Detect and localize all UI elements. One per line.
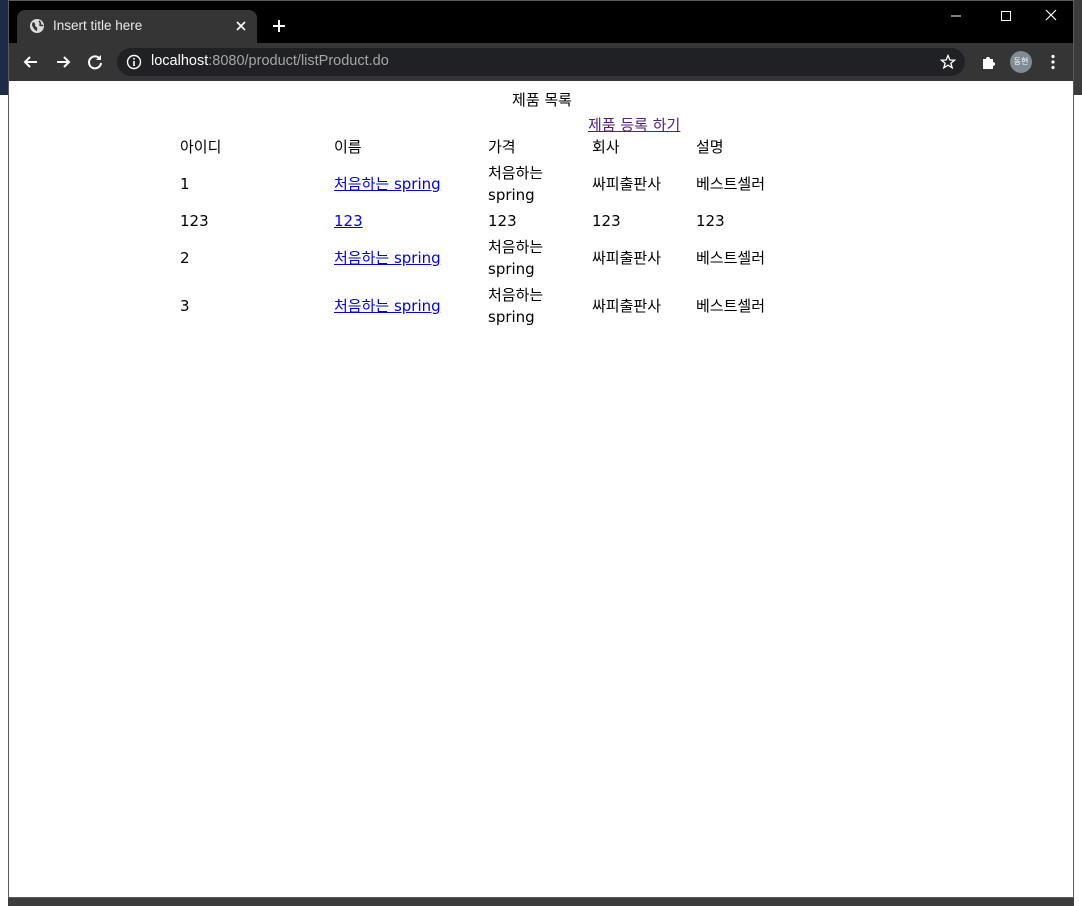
close-tab-icon[interactable]	[233, 18, 249, 34]
reload-icon[interactable]	[85, 52, 105, 72]
page-title: 제품 목록	[512, 91, 572, 109]
cell-company: 싸피출판사	[592, 249, 662, 267]
url-host: localhost	[151, 53, 209, 69]
desktop-left-edge	[0, 0, 8, 906]
product-name-link[interactable]: 처음하는 spring	[334, 297, 441, 315]
cell-price: 123	[488, 212, 517, 230]
address-bar[interactable]: localhost:8080/product/listProduct.do	[117, 48, 965, 76]
cell-description: 베스트셀러	[696, 297, 766, 315]
cell-description: 123	[696, 212, 725, 230]
cell-price: 처음하는 spring	[488, 164, 544, 204]
product-name-link[interactable]: 123	[334, 212, 363, 230]
cell-company: 싸피출판사	[592, 175, 662, 193]
menu-kebab-icon[interactable]	[1043, 52, 1063, 72]
table-header-row: 아이디 이름 가격 회사 설명	[179, 135, 797, 159]
cell-company: 123	[592, 212, 621, 230]
maximize-icon[interactable]	[983, 5, 1029, 27]
extensions-puzzle-icon[interactable]	[979, 52, 999, 72]
product-table: 아이디 이름 가격 회사 설명 1 처음하는 spring 처음하는 sprin…	[177, 133, 799, 331]
url-path: :8080/product/listProduct.do	[208, 53, 389, 69]
cell-price: 처음하는 spring	[488, 286, 544, 326]
cell-company: 싸피출판사	[592, 297, 662, 315]
header-id: 아이디	[180, 138, 222, 156]
globe-icon	[29, 18, 45, 34]
page-content: 제품 목록 제품 등록 하기 아이디 이름 가격 회사 설명 1 처음하는 sp…	[9, 81, 1073, 897]
tab-strip: Insert title here	[9, 1, 1073, 43]
cell-id: 2	[180, 249, 190, 267]
profile-avatar[interactable]: 동현	[1010, 51, 1032, 73]
cell-price: 처음하는 spring	[488, 238, 544, 278]
table-row: 3 처음하는 spring 처음하는 spring 싸피출판사 베스트셀러	[179, 283, 797, 329]
browser-tab[interactable]: Insert title here	[17, 10, 257, 43]
header-name: 이름	[334, 138, 362, 156]
site-info-icon[interactable]	[126, 54, 142, 70]
table-row: 123 123 123 123 123	[179, 209, 797, 233]
new-tab-icon[interactable]	[269, 16, 289, 36]
minimize-icon[interactable]	[933, 5, 979, 27]
close-window-icon[interactable]	[1028, 5, 1073, 27]
browser-window: Insert title here localhost:8080/product…	[8, 0, 1074, 898]
bookmark-star-icon[interactable]	[939, 53, 957, 70]
table-row: 2 처음하는 spring 처음하는 spring 싸피출판사 베스트셀러	[179, 235, 797, 281]
header-price: 가격	[488, 138, 516, 156]
header-company: 회사	[592, 138, 620, 156]
url-text: localhost:8080/product/listProduct.do	[151, 53, 389, 69]
register-product-link[interactable]: 제품 등록 하기	[588, 114, 680, 135]
cell-id: 1	[180, 175, 190, 193]
cell-id: 3	[180, 297, 190, 315]
cell-id: 123	[180, 212, 209, 230]
product-name-link[interactable]: 처음하는 spring	[334, 175, 441, 193]
cell-description: 베스트셀러	[696, 175, 766, 193]
header-description: 설명	[696, 138, 724, 156]
product-name-link[interactable]: 처음하는 spring	[334, 249, 441, 267]
browser-toolbar: localhost:8080/product/listProduct.do 동현	[9, 43, 1073, 81]
tab-title: Insert title here	[53, 18, 143, 33]
table-row: 1 처음하는 spring 처음하는 spring 싸피출판사 베스트셀러	[179, 161, 797, 207]
forward-arrow-icon[interactable]	[53, 52, 73, 72]
cell-description: 베스트셀러	[696, 249, 766, 267]
back-arrow-icon[interactable]	[21, 52, 41, 72]
desktop-right-edge	[1074, 0, 1082, 906]
